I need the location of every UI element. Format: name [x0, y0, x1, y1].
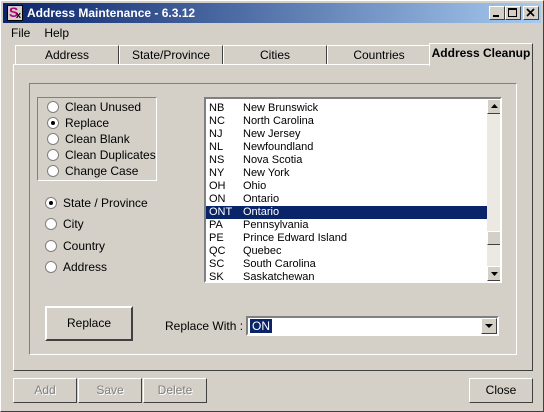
minimize-button[interactable]	[489, 6, 505, 20]
list-item[interactable]: NL Newfoundland	[206, 141, 487, 154]
replace-button[interactable]: Replace	[45, 306, 133, 341]
tab-countries[interactable]: Countries	[327, 45, 431, 65]
title-bar[interactable]: Sx Address Maintenance - 6.3.12	[3, 3, 541, 23]
save-button[interactable]: Save	[78, 378, 142, 403]
close-window-button[interactable]	[523, 6, 539, 20]
radio-circle[interactable]	[45, 240, 57, 252]
scroll-up-button[interactable]	[487, 99, 500, 114]
menu-bar: File Help	[3, 24, 75, 42]
menu-file[interactable]: File	[3, 24, 36, 40]
close-icon	[526, 8, 535, 17]
radio-circle-checked[interactable]	[45, 197, 57, 209]
minimize-icon	[493, 15, 499, 17]
state-province-list[interactable]: NB New Brunswick NC North Carolina NJ New J…	[204, 97, 502, 283]
radio-circle[interactable]	[47, 149, 59, 161]
add-button[interactable]: Add	[13, 378, 77, 403]
tab-cities[interactable]: Cities	[223, 45, 327, 65]
menu-help[interactable]: Help	[36, 24, 75, 40]
radio-circle[interactable]	[45, 261, 57, 273]
radio-circle[interactable]	[47, 165, 59, 177]
arrow-up-icon	[491, 104, 498, 108]
list-item[interactable]: PE Prince Edward Island	[206, 232, 487, 245]
maximize-button[interactable]	[505, 6, 521, 20]
tab-state-province[interactable]: State/Province	[119, 45, 223, 65]
replace-with-combo[interactable]: ON	[246, 316, 499, 336]
list-item[interactable]: NC North Carolina	[206, 115, 487, 128]
list-item[interactable]: OH Ohio	[206, 180, 487, 193]
replace-with-value[interactable]: ON	[250, 319, 272, 333]
tab-address-cleanup[interactable]: Address Cleanup	[429, 43, 533, 66]
scroll-thumb[interactable]	[487, 231, 500, 245]
arrow-down-icon	[491, 272, 498, 276]
radio-circle[interactable]	[47, 133, 59, 145]
window-title: Address Maintenance - 6.3.12	[27, 6, 196, 20]
list-scrollbar[interactable]	[487, 99, 500, 281]
chevron-down-icon	[485, 324, 493, 328]
list-item[interactable]: ON Ontario	[206, 193, 487, 206]
list-item[interactable]: NJ New Jersey	[206, 128, 487, 141]
list-item-selected[interactable]: ONT Ontario	[206, 206, 487, 219]
list-item[interactable]: QC Quebec	[206, 245, 487, 258]
list-item[interactable]: NB New Brunswick	[206, 102, 487, 115]
maximize-icon	[508, 8, 517, 17]
tab-address[interactable]: Address	[15, 45, 119, 65]
delete-button[interactable]: Delete	[143, 378, 207, 403]
list-item[interactable]: SC South Carolina	[206, 258, 487, 271]
radio-circle[interactable]	[47, 101, 59, 113]
app-window: Sx Address Maintenance - 6.3.12 File Help…	[0, 0, 544, 412]
list-item[interactable]: NY New York	[206, 167, 487, 180]
list-item[interactable]: PA Pennsylvania	[206, 219, 487, 232]
scroll-down-button[interactable]	[487, 266, 500, 281]
close-button[interactable]: Close	[469, 378, 533, 403]
radio-circle-checked[interactable]	[47, 117, 59, 129]
replace-with-label: Replace With :	[165, 319, 244, 333]
radio-circle[interactable]	[45, 218, 57, 230]
app-logo-icon[interactable]: Sx	[7, 4, 23, 21]
combo-dropdown-button[interactable]	[481, 318, 497, 334]
list-item[interactable]: SK Saskatchewan	[206, 271, 487, 281]
list-item[interactable]: NS Nova Scotia	[206, 154, 487, 167]
